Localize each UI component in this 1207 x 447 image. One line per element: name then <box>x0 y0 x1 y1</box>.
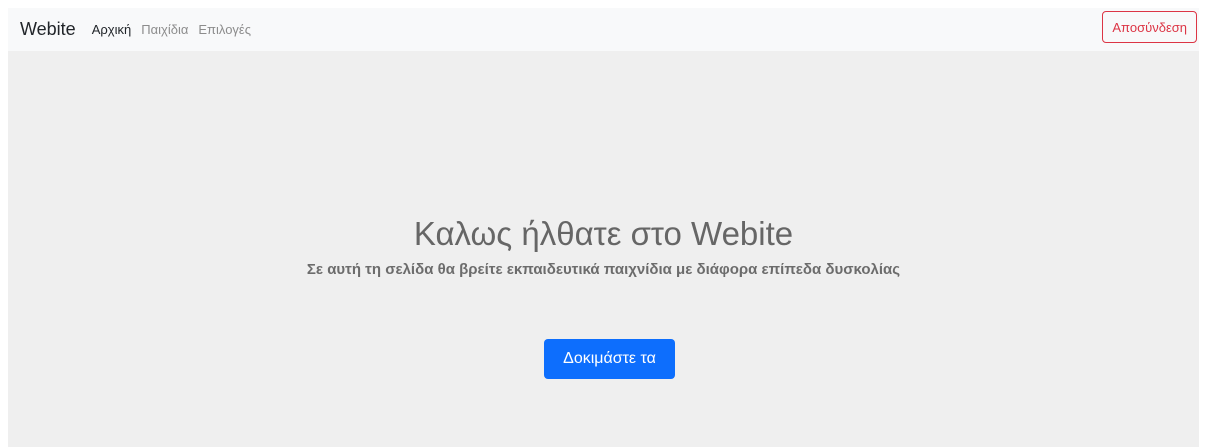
hero-subtitle: Σε αυτή τη σελίδα θα βρείτε εκπαιδευτικά… <box>306 261 901 278</box>
nav-links: Αρχική Παιχίδια Επιλογές <box>92 22 261 37</box>
hero-section: Καλως ήλθατε στο Webite Σε αυτή τη σελίδ… <box>8 51 1199 447</box>
page-frame: Webite Αρχική Παιχίδια Επιλογές Αποσύνδε… <box>8 8 1199 447</box>
navbar: Webite Αρχική Παιχίδια Επιλογές Αποσύνδε… <box>8 8 1199 51</box>
nav-link-home[interactable]: Αρχική <box>92 22 132 37</box>
nav-link-options[interactable]: Επιλογές <box>198 22 251 37</box>
brand-link[interactable]: Webite <box>20 19 76 40</box>
try-them-button[interactable]: Δοκιμάστε τα <box>544 339 675 379</box>
hero-title: Καλως ήλθατε στο Webite <box>413 215 794 252</box>
logout-button[interactable]: Αποσύνδεση <box>1102 11 1197 43</box>
nav-link-games[interactable]: Παιχίδια <box>141 22 188 37</box>
